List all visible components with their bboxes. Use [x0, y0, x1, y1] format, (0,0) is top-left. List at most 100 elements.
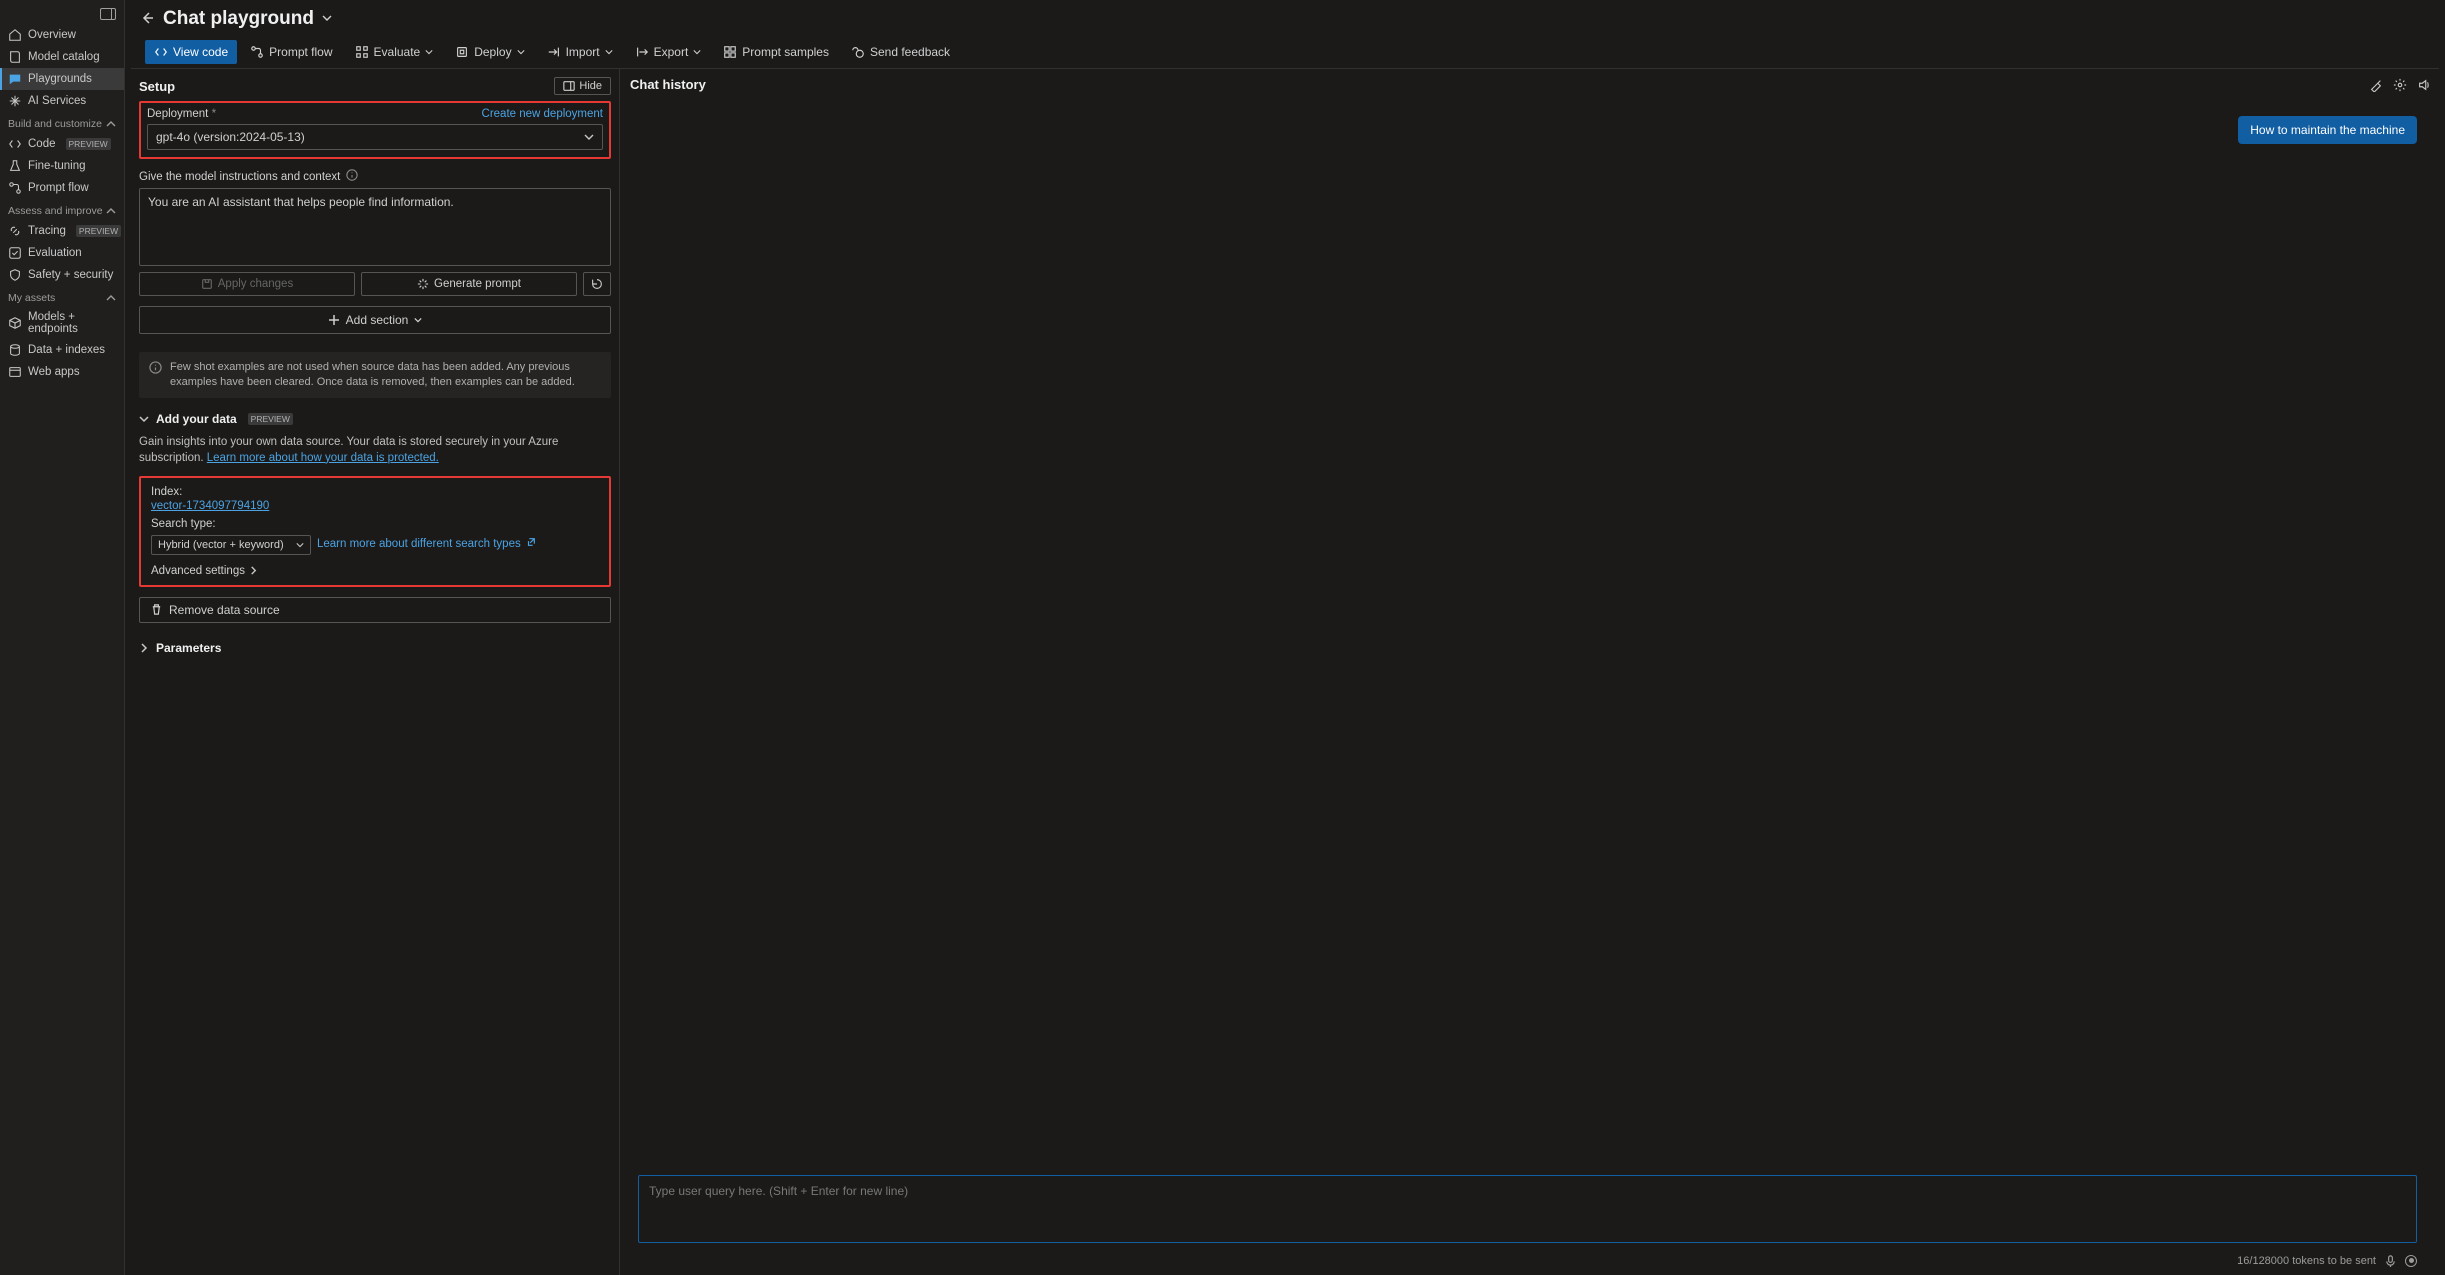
sidebar-item-ai-services[interactable]: AI Services [0, 90, 124, 112]
link-icon [8, 224, 22, 238]
sidebar-item-label: Prompt flow [28, 182, 89, 194]
user-message-pill: How to maintain the machine [2238, 116, 2417, 144]
chevron-down-icon [517, 45, 525, 59]
create-deployment-link[interactable]: Create new deployment [482, 108, 603, 120]
search-type-label: Search type: [151, 518, 599, 530]
hide-button[interactable]: Hide [554, 77, 611, 95]
chevron-right-icon [249, 566, 258, 575]
sidebar-item-models-endpoints[interactable]: Models + endpoints [0, 307, 124, 339]
instructions-input[interactable] [139, 188, 611, 266]
sidebar-group-assess[interactable]: Assess and improve [0, 199, 124, 220]
apply-changes-button: Apply changes [139, 272, 355, 296]
back-arrow-icon[interactable] [139, 10, 155, 29]
sidebar-group-assets[interactable]: My assets [0, 286, 124, 307]
sidebar-item-fine-tuning[interactable]: Fine-tuning [0, 155, 124, 177]
globe-icon [8, 365, 22, 379]
sidebar-item-label: Safety + security [28, 269, 113, 281]
deployment-label: Deployment [147, 108, 216, 120]
search-types-link[interactable]: Learn more about different search types [317, 537, 536, 550]
setup-title: Setup [139, 79, 175, 94]
sidebar-item-label: Playgrounds [28, 73, 92, 85]
data-protection-link[interactable]: Learn more about how your data is protec… [207, 452, 439, 464]
chevron-down-icon [414, 316, 422, 324]
sidebar-group-build[interactable]: Build and customize [0, 112, 124, 133]
chevron-up-icon [106, 119, 116, 129]
preview-badge: PREVIEW [248, 413, 293, 425]
import-button[interactable]: Import [538, 40, 622, 64]
deployment-section-highlight: Deployment Create new deployment gpt-4o … [139, 101, 611, 159]
titlebar: Chat playground [125, 0, 2445, 36]
sidebar: Overview Model catalog Playgrounds AI Se… [0, 0, 125, 1275]
add-section-button[interactable]: Add section [139, 306, 611, 334]
toolbar: View code Prompt flow Evaluate Deploy Im… [131, 36, 2439, 69]
chevron-down-icon [425, 45, 433, 59]
cube-icon [8, 316, 22, 330]
chevron-down-icon [139, 414, 149, 424]
sidebar-item-safety[interactable]: Safety + security [0, 264, 124, 286]
sidebar-item-label: Evaluation [28, 247, 82, 259]
sidebar-item-overview[interactable]: Overview [0, 24, 124, 46]
check-icon [8, 246, 22, 260]
generate-prompt-button[interactable]: Generate prompt [361, 272, 577, 296]
sidebar-item-data-indexes[interactable]: Data + indexes [0, 339, 124, 361]
page-title: Chat playground [163, 8, 314, 30]
mic-icon[interactable] [2384, 1254, 2397, 1267]
sidebar-item-tracing[interactable]: Tracing PREVIEW [0, 220, 124, 242]
index-label: Index: [151, 486, 599, 498]
prompt-flow-button[interactable]: Prompt flow [241, 40, 341, 64]
record-icon[interactable] [2405, 1255, 2417, 1267]
chevron-up-icon [106, 293, 116, 303]
chevron-up-icon [106, 206, 116, 216]
evaluate-button[interactable]: Evaluate [346, 40, 443, 64]
sidebar-item-label: Code [28, 138, 56, 150]
send-feedback-button[interactable]: Send feedback [842, 40, 959, 64]
sidebar-item-model-catalog[interactable]: Model catalog [0, 46, 124, 68]
sidebar-item-evaluation[interactable]: Evaluation [0, 242, 124, 264]
sidebar-item-label: Tracing [28, 225, 66, 237]
chevron-down-icon [296, 541, 304, 549]
few-shot-info: Few shot examples are not used when sour… [139, 352, 611, 398]
sidebar-item-playgrounds[interactable]: Playgrounds [0, 68, 124, 90]
index-link[interactable]: vector-1734097794190 [151, 500, 269, 512]
info-icon[interactable] [346, 169, 358, 184]
speaker-icon[interactable] [2417, 78, 2431, 92]
external-link-icon [524, 538, 536, 550]
reset-button[interactable] [583, 272, 611, 296]
chevron-down-icon [605, 45, 613, 59]
sidebar-item-label: Fine-tuning [28, 160, 86, 172]
chevron-down-icon [584, 132, 594, 142]
prompt-samples-button[interactable]: Prompt samples [714, 40, 838, 64]
sidebar-item-label: Data + indexes [28, 344, 105, 356]
export-button[interactable]: Export [626, 40, 711, 64]
chevron-right-icon [139, 643, 149, 653]
setup-panel: Setup Hide Deployment Create new deploym… [125, 69, 620, 1275]
sidebar-item-label: Models + endpoints [28, 311, 116, 335]
sidebar-item-web-apps[interactable]: Web apps [0, 361, 124, 383]
instructions-label: Give the model instructions and context [139, 171, 340, 183]
gear-icon[interactable] [2393, 78, 2407, 92]
deploy-button[interactable]: Deploy [446, 40, 533, 64]
broom-icon[interactable] [2369, 78, 2383, 92]
view-code-button[interactable]: View code [145, 40, 237, 64]
parameters-header[interactable]: Parameters [139, 641, 611, 655]
chat-panel: Chat history How to maintain the machine… [620, 69, 2445, 1275]
chat-input[interactable] [638, 1175, 2417, 1243]
code-icon [8, 137, 22, 151]
flow-icon [8, 181, 22, 195]
book-icon [8, 50, 22, 64]
deployment-select[interactable]: gpt-4o (version:2024-05-13) [147, 124, 603, 150]
shield-icon [8, 268, 22, 282]
advanced-settings-toggle[interactable]: Advanced settings [151, 565, 599, 577]
sidebar-item-code[interactable]: Code PREVIEW [0, 133, 124, 155]
remove-data-source-button[interactable]: Remove data source [139, 597, 611, 623]
chevron-down-icon[interactable] [322, 12, 332, 26]
token-counter: 16/128000 tokens to be sent [2237, 1255, 2376, 1267]
add-your-data-header[interactable]: Add your data PREVIEW [139, 412, 611, 426]
sidebar-item-label: Web apps [28, 366, 80, 378]
search-type-select[interactable]: Hybrid (vector + keyword) [151, 535, 311, 555]
chat-history-title: Chat history [630, 77, 706, 92]
sidebar-item-prompt-flow[interactable]: Prompt flow [0, 177, 124, 199]
panel-toggle-icon[interactable] [100, 8, 116, 20]
sidebar-item-label: AI Services [28, 95, 86, 107]
chat-footer: 16/128000 tokens to be sent [620, 1252, 2445, 1275]
